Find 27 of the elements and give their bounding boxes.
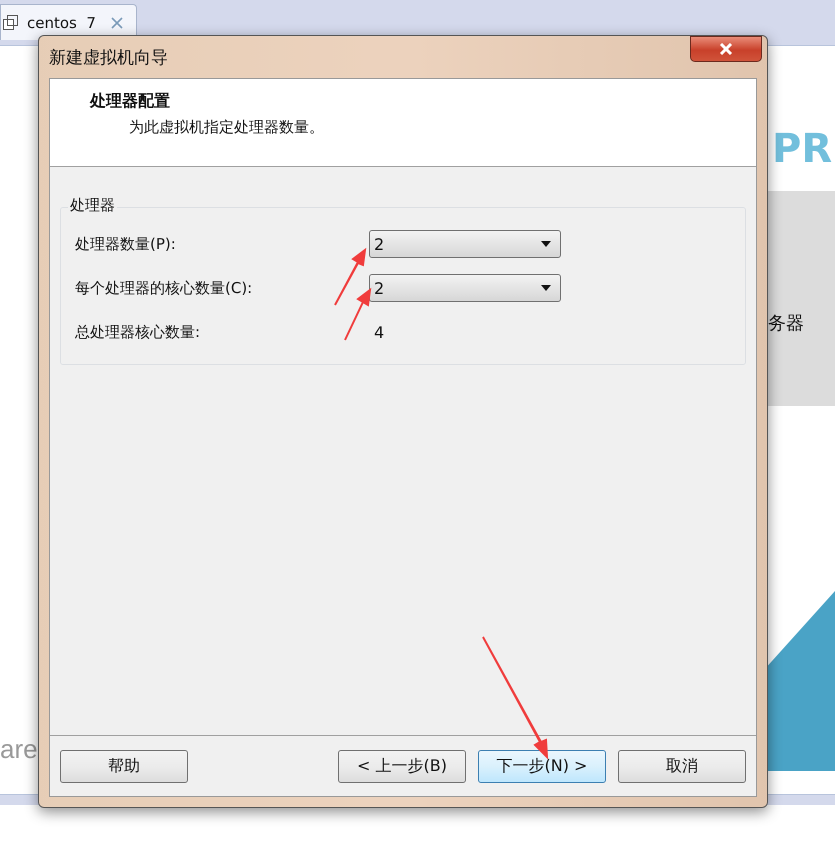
dropdown[interactable]: 2 [369, 230, 561, 258]
close-icon [718, 43, 734, 55]
app-tab[interactable]: centos 7 [0, 4, 137, 40]
close-icon[interactable] [110, 16, 124, 30]
page-title: 处理器配置 [90, 91, 171, 112]
dialog-button[interactable]: 取消 [618, 750, 746, 782]
brand-fragment: are [0, 734, 38, 765]
dropdown[interactable]: 2 [369, 274, 561, 302]
dialog-button[interactable]: 下一步(N) > [478, 750, 606, 782]
page-subtitle: 为此虚拟机指定处理器数量。 [128, 118, 325, 137]
windows-icon [3, 14, 19, 30]
arrow-drawing [334, 248, 366, 306]
window-title: 新建虚拟机向导 [49, 46, 168, 68]
dialog-button[interactable]: < 上一步(B) [338, 750, 466, 782]
field-label: 总处理器核心数量: [75, 322, 202, 342]
caret-icon [541, 285, 551, 291]
dialog-button[interactable]: 帮助 [60, 750, 188, 782]
panel-text: 务器 [768, 312, 804, 335]
field-value: 4 [373, 322, 384, 342]
close-button[interactable] [690, 36, 762, 62]
field-label: 处理器数量(P): [75, 234, 177, 254]
field-label: 每个处理器的核心数量(C): [75, 278, 254, 298]
arrow-drawing [344, 288, 372, 341]
logo-fragment: PR [772, 126, 832, 172]
caret-icon [541, 241, 551, 247]
tab-label: centos 7 [27, 14, 96, 32]
group-title: 处理器 [68, 196, 117, 215]
